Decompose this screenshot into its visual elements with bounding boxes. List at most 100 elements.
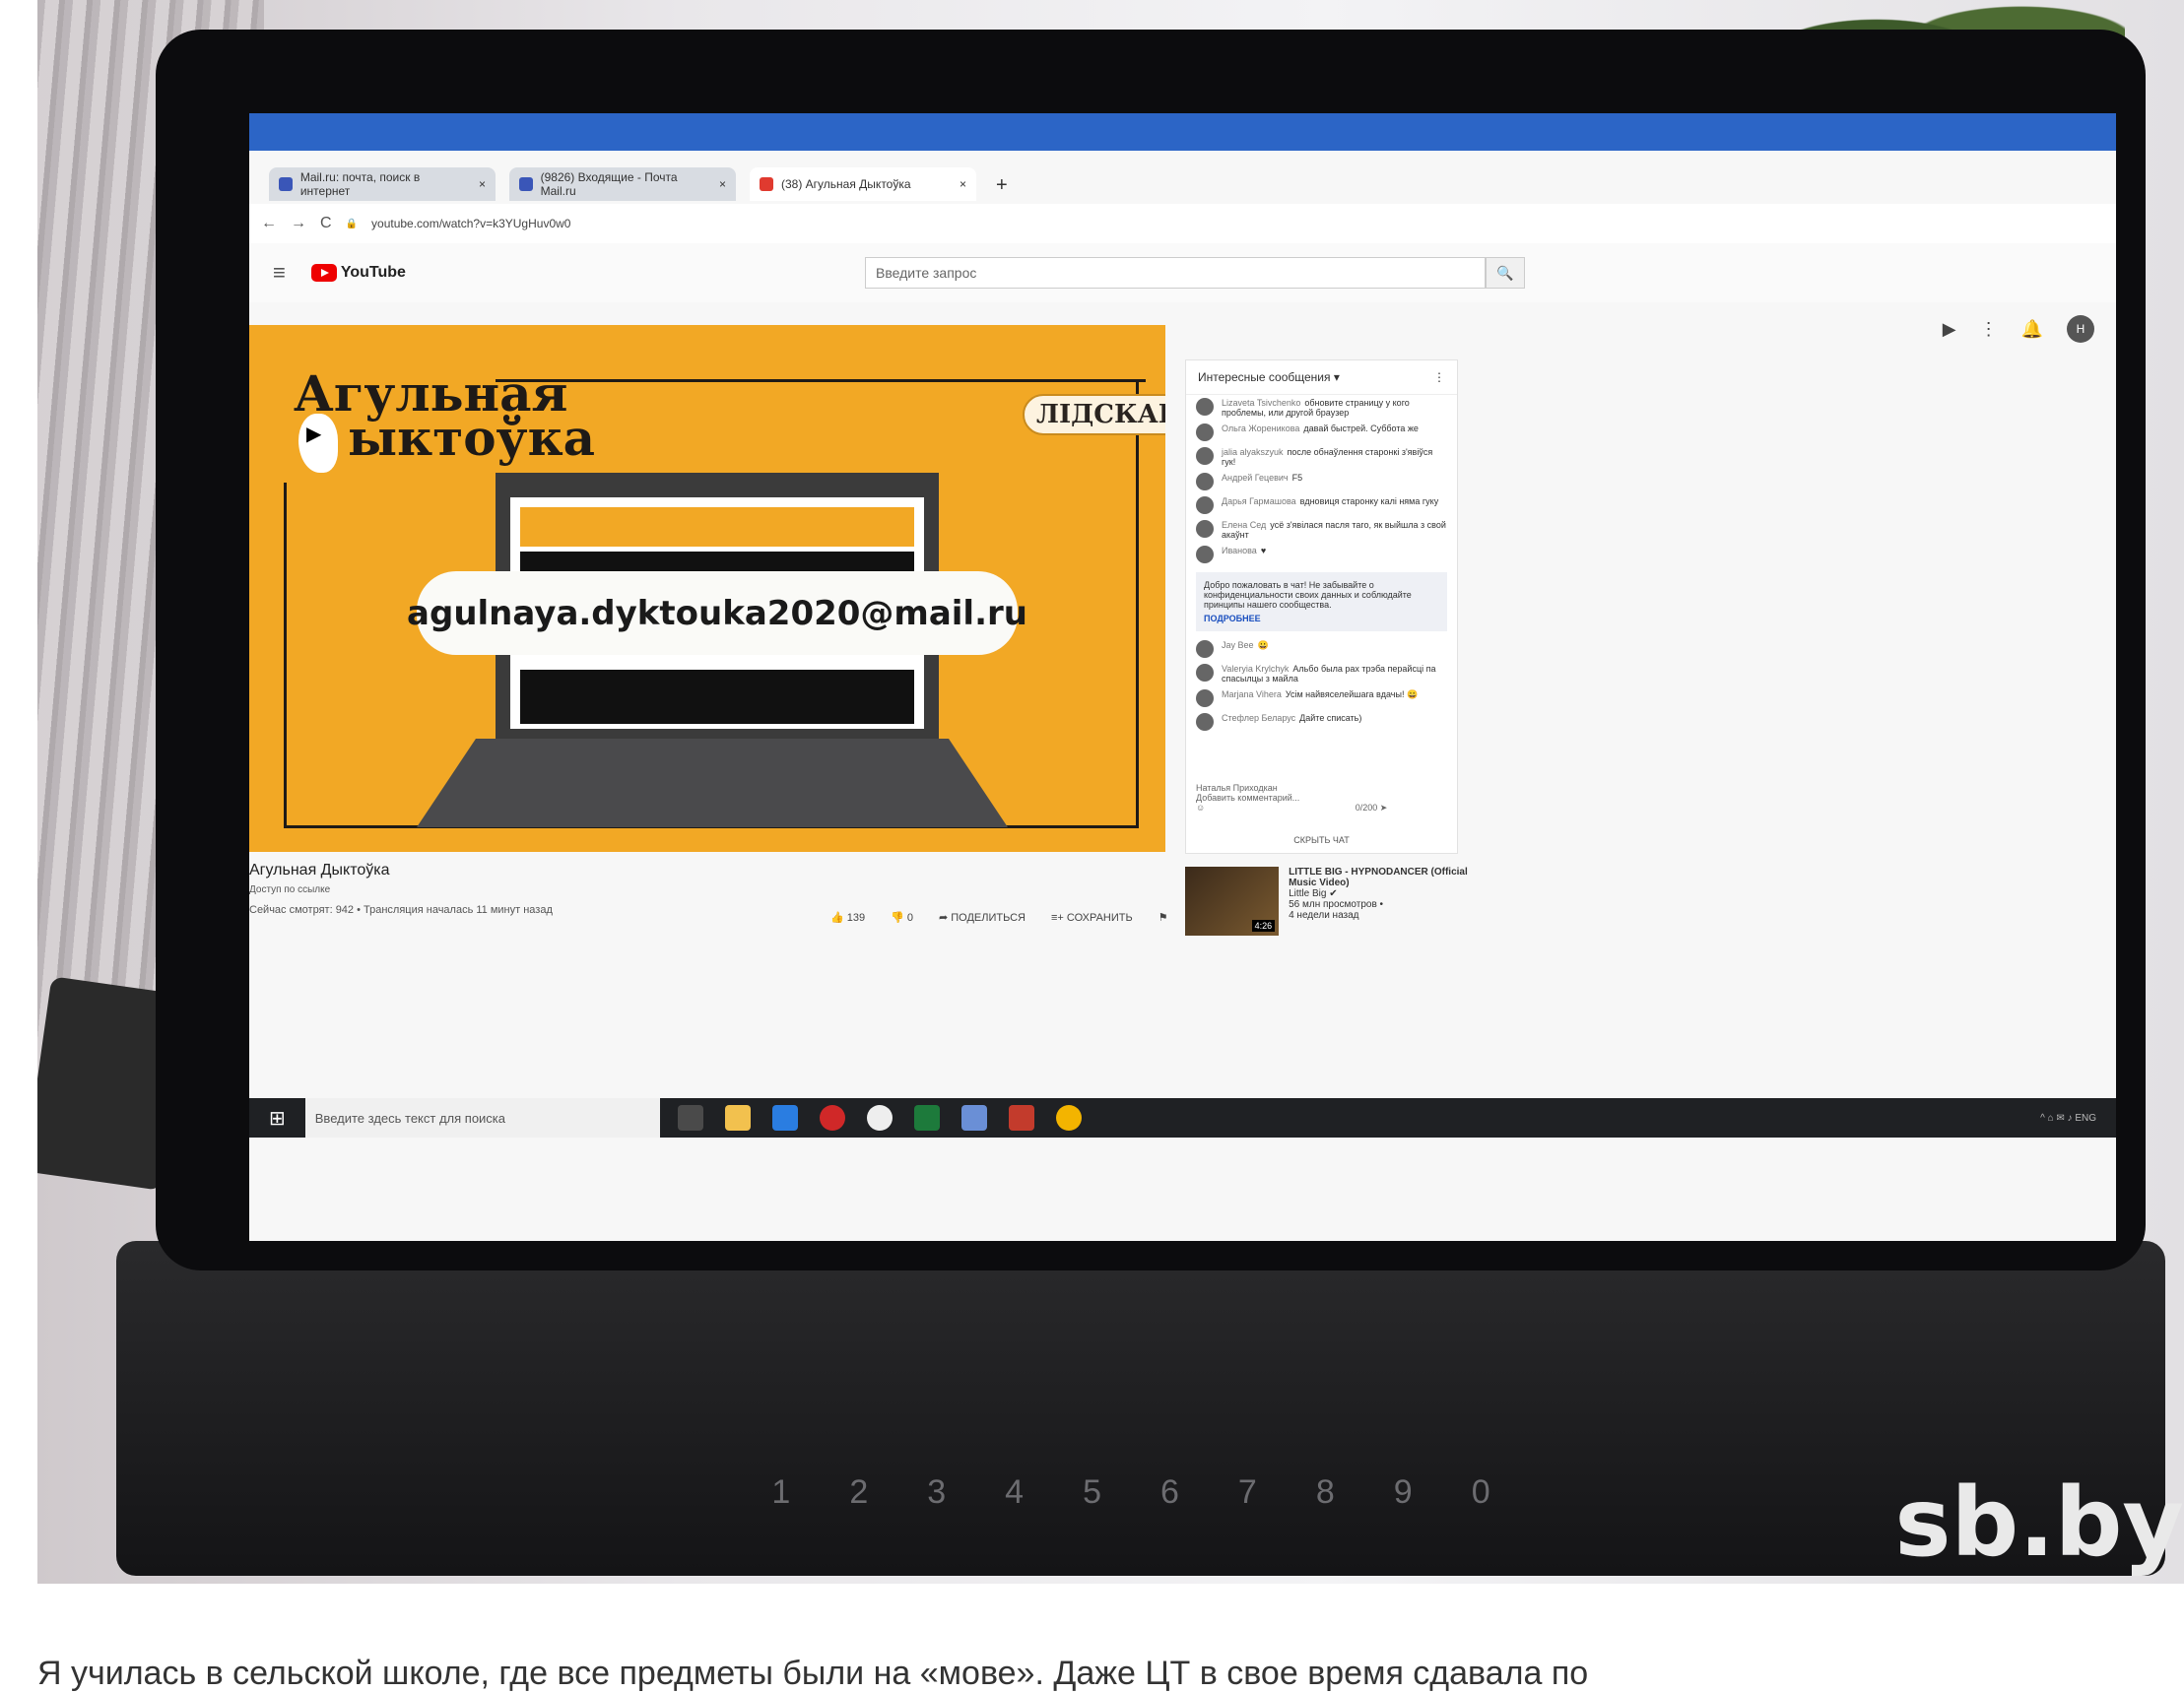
- illustration-bar: [520, 507, 914, 547]
- store-icon[interactable]: [960, 1105, 987, 1131]
- video-thumbnail[interactable]: 4:26: [1185, 867, 1280, 936]
- tab-inbox[interactable]: (9826) Входящие - Почта Mail.ru ×: [509, 167, 736, 201]
- key: 1: [771, 1472, 791, 1511]
- youtube-play-icon: [310, 264, 337, 282]
- emoji-icon[interactable]: ☺: [1196, 803, 1205, 813]
- chat-message: Lizaveta Tsivchenko обновите страницу у к…: [1186, 395, 1457, 421]
- lidskae-badge: ЛІДСКАЕ: [1023, 394, 1165, 435]
- more-link[interactable]: ПОДРОБНЕЕ: [1204, 614, 1439, 623]
- windows-start-icon[interactable]: ⊞: [269, 1106, 286, 1131]
- rec-title[interactable]: LITTLE BIG - HYPNODANCER (Official Music…: [1289, 867, 1481, 888]
- avatar: [1196, 664, 1214, 682]
- url-field[interactable]: youtube.com/watch?v=k3YUgHuv0w0: [371, 217, 570, 230]
- menu-icon[interactable]: ≡: [273, 260, 286, 286]
- yandex-icon[interactable]: [866, 1105, 893, 1131]
- window-titlebar: [249, 113, 2116, 151]
- tab-youtube[interactable]: (38) Агульная Дыктоўка ×: [750, 167, 976, 201]
- reload-icon[interactable]: C: [320, 215, 332, 232]
- char-counter: 0/200: [1355, 803, 1378, 813]
- chat-message: jalia alyakszyuk после обнаўлення старонк…: [1186, 444, 1457, 470]
- chat-user-name: Наталья Приходкан: [1196, 783, 1278, 793]
- chat-header[interactable]: Интересные сообщения ▾ ⋮: [1186, 360, 1457, 395]
- avatar: [1196, 496, 1214, 514]
- youtube-logo[interactable]: YouTube: [310, 264, 406, 282]
- key: 8: [1315, 1472, 1335, 1511]
- forward-icon[interactable]: →: [291, 215, 306, 232]
- chat-filter[interactable]: Интересные сообщения ▾: [1198, 370, 1340, 384]
- windows-taskbar: ⊞ Введите здесь текст для поиска ^ ⌂ ✉ ♪…: [249, 1098, 2116, 1138]
- new-tab-button[interactable]: +: [990, 174, 1014, 201]
- pdf-icon[interactable]: [1008, 1105, 1034, 1131]
- recommendation-info: LITTLE BIG - HYPNODANCER (Official Music…: [1289, 867, 1481, 936]
- chat-message: Иванова ♥: [1186, 543, 1457, 566]
- avatar: [1196, 473, 1214, 490]
- recommended-video[interactable]: 4:26 LITTLE BIG - HYPNODANCER (Official …: [1185, 867, 1481, 936]
- avatar: [1196, 689, 1214, 707]
- chrome-icon[interactable]: [1055, 1105, 1082, 1131]
- tab-strip: Mail.ru: почта, поиск в интернет × (9826…: [269, 167, 1014, 201]
- rec-age: 4 недели назад: [1289, 910, 1359, 921]
- youtube-icon: [760, 177, 773, 191]
- avatar: [1196, 713, 1214, 731]
- dislike-button[interactable]: 👎 0: [891, 911, 913, 924]
- tab-mail[interactable]: Mail.ru: почта, поиск в интернет ×: [269, 167, 496, 201]
- video-access: Доступ по ссылке: [249, 884, 331, 895]
- chat-message: Елена Сед усё з'явілася пасля таго, як вы…: [1186, 517, 1457, 543]
- chat-message: Андрей Гецевич F5: [1186, 470, 1457, 493]
- create-video-icon[interactable]: ▶: [1943, 319, 1956, 340]
- task-view-icon[interactable]: [677, 1105, 703, 1131]
- lock-icon: 🔒: [345, 218, 359, 229]
- email-address: agulnaya.dyktouka2020@mail.ru: [407, 571, 1027, 655]
- duration-badge: 4:26: [1251, 920, 1276, 932]
- taskbar-search-input[interactable]: Введите здесь текст для поиска: [304, 1098, 660, 1138]
- illustration-keyboard: [417, 739, 1008, 827]
- close-icon[interactable]: ×: [719, 177, 726, 191]
- photo: 1 2 3 4 5 6 7 8 9 0 Mail.ru: почта, поис…: [37, 0, 2184, 1584]
- video-actions: 👍 139 👎 0 ➦ ПОДЕЛИТЬСЯ ≡+ СОХРАНИТЬ ⚑ ⋯: [830, 911, 1205, 925]
- notification-icon[interactable]: 🔔: [2021, 319, 2043, 340]
- avatar: [1196, 520, 1214, 538]
- taskbar-apps: [677, 1105, 1082, 1131]
- avatar[interactable]: Н: [2067, 315, 2094, 343]
- avatar: [1196, 447, 1214, 465]
- avatar: [1196, 546, 1214, 563]
- system-tray[interactable]: ^ ⌂ ✉ ♪ ENG: [2040, 1113, 2096, 1124]
- video-player[interactable]: Агульная ыктоўка ЛІДСКАЕ agulnaya.dyktou…: [249, 325, 1165, 852]
- viewer-count: Сейчас смотрят: 942 • Трансляция началас…: [249, 904, 553, 916]
- send-icon[interactable]: ➤: [1380, 803, 1388, 813]
- file-explorer-icon[interactable]: [724, 1105, 751, 1131]
- search-input[interactable]: Введите запрос: [865, 257, 1486, 289]
- mail-icon: [519, 177, 533, 191]
- chat-input[interactable]: Добавить комментарий...: [1196, 793, 1447, 803]
- tab-label: (38) Агульная Дыктоўка: [781, 177, 911, 191]
- opera-icon[interactable]: [819, 1105, 845, 1131]
- like-button[interactable]: 👍 139: [830, 911, 865, 924]
- key: 7: [1237, 1472, 1257, 1511]
- chat-welcome-notice: Добро пожаловать в чат! Не забывайте о к…: [1196, 572, 1447, 631]
- save-button[interactable]: ≡+ СОХРАНИТЬ: [1051, 912, 1133, 924]
- edge-icon[interactable]: [771, 1105, 798, 1131]
- back-icon[interactable]: ←: [261, 215, 277, 232]
- search-button[interactable]: 🔍: [1486, 257, 1525, 289]
- mail-icon: [279, 177, 293, 191]
- close-icon[interactable]: ×: [479, 177, 486, 191]
- chat-message: Valeryia Krylchyk Альбо была рах трэба пе…: [1186, 661, 1457, 686]
- key: 0: [1471, 1472, 1490, 1511]
- chat-message: Jay Bee 😀: [1186, 637, 1457, 661]
- key: 5: [1083, 1472, 1101, 1511]
- rec-channel: Little Big ✔: [1289, 888, 1338, 899]
- apps-icon[interactable]: ⋮: [1980, 319, 1998, 340]
- frame-line: [284, 483, 287, 827]
- excel-icon[interactable]: [913, 1105, 940, 1131]
- tab-label: (9826) Входящие - Почта Mail.ru: [540, 170, 678, 198]
- flag-icon[interactable]: ⚑: [1158, 911, 1168, 924]
- chat-menu-icon[interactable]: ⋮: [1433, 370, 1445, 384]
- frame-line: [1136, 379, 1139, 827]
- chat-message: Marjana Vihera Усім найвяселейшага вдачы!…: [1186, 686, 1457, 710]
- share-button[interactable]: ➦ ПОДЕЛИТЬСЯ: [939, 911, 1026, 924]
- chat-message: Ольга Жореникова давай быстрей. Суббота ж…: [1186, 421, 1457, 444]
- comma-play-icon: [298, 414, 338, 473]
- tab-label: Mail.ru: почта, поиск в интернет: [299, 170, 421, 198]
- hide-chat-button[interactable]: СКРЫТЬ ЧАТ: [1186, 835, 1457, 845]
- close-icon[interactable]: ×: [960, 177, 966, 191]
